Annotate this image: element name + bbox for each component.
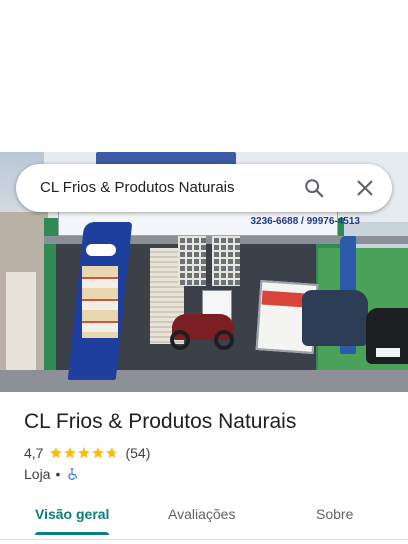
photo-banner-text: 3236-6688 / 99976-4513: [250, 216, 360, 227]
photo-car: [302, 290, 368, 346]
top-blank-area: [0, 0, 408, 152]
category-row: Loja •: [24, 465, 79, 483]
tab-reviews[interactable]: Avaliações: [168, 506, 235, 522]
photo-window: [178, 236, 206, 286]
star-full-icon: [92, 447, 105, 459]
place-title: CL Frios & Produtos Naturais: [24, 410, 297, 433]
close-icon[interactable]: [354, 177, 376, 199]
photo-license-plate: [376, 348, 400, 357]
star-full-icon: [78, 447, 91, 459]
tab-bar: Visão geral Avaliações Sobre: [0, 496, 408, 536]
photo-flag-logo: [86, 244, 116, 256]
rating-value: 4,7: [24, 445, 44, 461]
active-tab-indicator: [35, 532, 109, 535]
photo-window: [212, 236, 240, 286]
star-partial-icon: [106, 447, 119, 459]
photo-sidewalk: [0, 370, 408, 392]
search-input[interactable]: CL Frios & Produtos Naturais: [40, 179, 235, 196]
rating-stars: [49, 446, 119, 460]
photo-board-stripe: [261, 290, 307, 308]
star-full-icon: [64, 447, 77, 459]
review-count[interactable]: (54): [125, 445, 150, 461]
place-category: Loja: [24, 466, 51, 482]
wheelchair-icon: [68, 468, 78, 480]
rating-row[interactable]: 4,7 (54): [24, 444, 150, 462]
photo-wheel: [214, 330, 234, 350]
tab-overview[interactable]: Visão geral: [35, 506, 109, 522]
search-bar[interactable]: CL Frios & Produtos Naturais: [16, 164, 392, 212]
star-full-icon: [50, 447, 63, 459]
photo-left-door: [6, 272, 36, 382]
search-icon[interactable]: [303, 177, 325, 199]
tabs-divider: [0, 539, 408, 540]
separator-dot: •: [55, 466, 61, 482]
photo-flag-images: [82, 266, 118, 338]
tab-about[interactable]: Sobre: [316, 506, 353, 522]
photo-wheel: [170, 330, 190, 350]
